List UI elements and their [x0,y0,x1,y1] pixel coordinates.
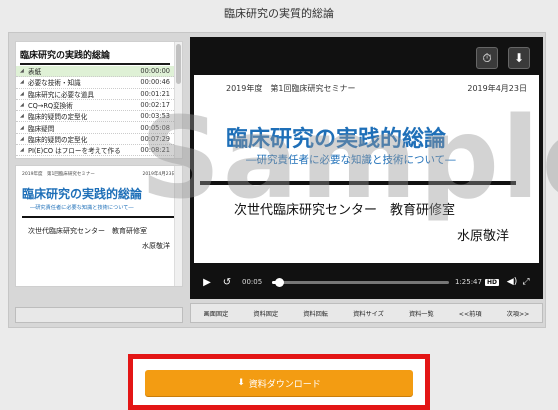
scrollbar-thumb[interactable] [176,44,181,84]
viewer-frame: 臨床研究の実践的総論 ◢ 表紙 00:00:00 ◢ 必要な技術・知識 00:00:46 ◢… [8,32,546,328]
volume-icon[interactable]: ◀) [505,277,519,287]
mini-title: 臨床研究の実践的総論 [22,187,143,201]
chapter-item[interactable]: ◢ 表紙 00:00:00 [16,66,182,78]
toolbar-button[interactable]: 資料サイズ [353,309,384,318]
chapter-time: 00:07:29 [140,134,170,143]
download-button-label: 資料ダウンロード [248,379,321,390]
chapter-label: 臨床的疑問の定型化 [28,113,88,122]
chapter-list: 臨床研究の実践的総論 ◢ 表紙 00:00:00 ◢ 必要な技術・知識 00:00:46 ◢… [15,41,183,159]
chapter-label: 臨床的疑問の定型化 [28,135,88,144]
slide-seminar: 2019年度 第1回臨床研究セミナー [226,84,356,93]
play-icon[interactable]: ▶ [200,277,214,288]
chapter-item[interactable]: ◢ PI(E)CO はフローを考えて作る 00:08:21 [16,145,182,157]
chapter-label: 表紙 [28,68,42,77]
slide-presenter: 水原敬洋 [456,229,509,244]
mini-subtitle: ―研究責任者に必要な知識と技術について― [30,205,134,211]
chapter-label: PI(E)CO はフローを考えて作る [28,147,121,156]
slide-divider [200,181,516,185]
rewind-10-icon[interactable]: ↺ [218,277,236,288]
seek-handle[interactable] [275,277,285,287]
mini-date: 2019年4月23日 [142,172,176,177]
download-button[interactable]: ⬇ 資料ダウンロード [145,370,413,396]
seek-bar[interactable] [272,277,449,287]
fullscreen-icon[interactable]: ⤢ [519,277,533,287]
mini-seminar: 2019年度 第1回臨床研究セミナー [22,172,95,177]
slide-thumbnail[interactable]: 2019年度 第1回臨床研究セミナー 2019年4月23日 臨床研究の実践的総論… [15,165,183,287]
chapter-triangle-icon: ◢ [20,113,24,120]
hd-badge[interactable]: HD [484,278,499,286]
chapter-triangle-icon: ◢ [20,90,24,97]
mini-organization: 次世代臨床研究センター 教育研修室 [28,227,147,235]
chapter-label: 臨床疑問 [28,124,55,133]
duration: 1:25:47 [454,278,482,286]
download-icon[interactable]: ⬇ [508,47,530,69]
chapter-time: 00:08:21 [140,146,170,155]
chapter-triangle-icon: ◢ [20,147,24,154]
chapter-triangle-icon: ◢ [20,135,24,142]
player-controls: ▶ ↺ 00:05 1:25:47 HD ◀) ⤢ [194,269,539,295]
chapter-item[interactable]: ◢ CQ→RQ変換術 00:02:17 [16,100,182,112]
chapter-time: 00:02:17 [140,101,170,110]
chapter-triangle-icon: ◢ [20,68,24,75]
left-panel-button[interactable] [15,307,183,323]
download-highlight: ⬇ 資料ダウンロード [128,354,430,410]
chapter-time: 00:00:00 [140,67,170,76]
video-player[interactable]: ⏱ ⬇ 2019年度 第1回臨床研究セミナー 2019年4月23日 臨床研究の実… [190,37,543,299]
toolbar-button[interactable]: 次項>> [507,309,530,318]
toolbar-button[interactable]: 資料回転 [303,309,328,318]
chapter-list-scrollbar[interactable] [174,42,182,158]
chapter-item[interactable]: ◢ 臨床的疑問の定型化 00:03:53 [16,111,182,123]
chapter-time: 00:05:08 [140,123,170,132]
download-icon: ⬇ [237,378,245,388]
slide-view: 2019年度 第1回臨床研究セミナー 2019年4月23日 臨床研究の実践的総論… [194,75,539,263]
chapter-triangle-icon: ◢ [20,102,24,109]
chapter-item[interactable]: ◢ 臨床研究に必要な道具 00:01:21 [16,89,182,100]
toolbar-button[interactable]: 資料固定 [253,309,278,318]
slide-organization: 次世代臨床研究センター 教育研修室 [234,203,456,218]
chapter-item[interactable]: ◢ 必要な技術・知識 00:00:46 [16,77,182,89]
toolbar-button[interactable]: 画面固定 [204,309,229,318]
chapter-label: 必要な技術・知識 [28,79,81,88]
chapter-list-divider [20,63,170,65]
chapter-time: 00:03:53 [140,112,170,121]
chapter-triangle-icon: ◢ [20,79,24,86]
chapter-item[interactable]: ◢ 臨床疑問 00:05:08 [16,122,182,134]
chapter-label: 臨床研究に必要な道具 [28,90,94,99]
slide-subtitle: ―研究責任者に必要な知識と技術について― [246,154,456,166]
chapter-triangle-icon: ◢ [20,124,24,131]
chapter-item[interactable]: ◢ 臨床的疑問の定型化 00:07:29 [16,134,182,146]
chapter-time: 00:00:46 [140,78,170,87]
chapter-time: 00:01:21 [140,89,170,98]
chapter-label: CQ→RQ変換術 [28,102,73,111]
mini-presenter: 水原敬洋 [142,242,170,250]
slide-toolbar: 画面固定 資料固定 資料回転 資料サイズ 資料一覧 <<前項 次項>> [190,303,543,323]
page-title: 臨床研究の実質的総論 [224,7,334,20]
chapter-list-title: 臨床研究の実践的総論 [20,51,111,61]
slide-thumbnail-scrollbar[interactable] [174,166,182,286]
slide-title: 臨床研究の実践的総論 [226,127,447,152]
toolbar-button[interactable]: 資料一覧 [409,309,434,318]
toolbar-button[interactable]: <<前項 [459,309,482,318]
current-time: 00:05 [242,278,263,286]
clock-icon[interactable]: ⏱ [476,47,498,69]
slide-date: 2019年4月23日 [467,84,527,93]
